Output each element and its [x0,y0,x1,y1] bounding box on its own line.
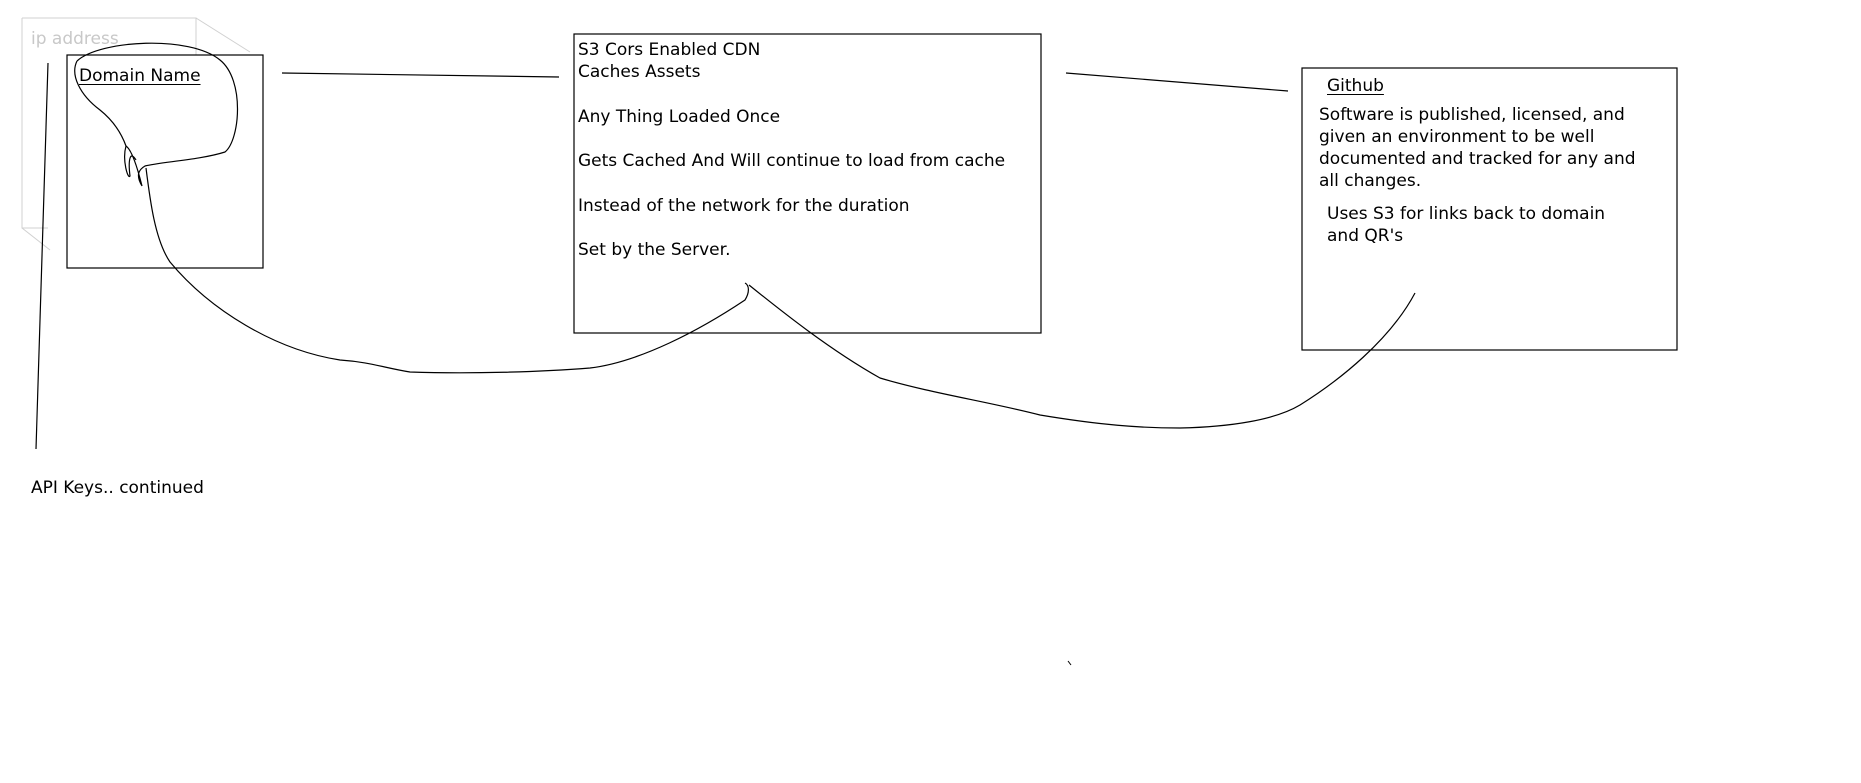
ghost-ip-address-label: ip address [31,29,119,49]
github-desc-line-3: documented and tracked for any and [1319,149,1636,169]
github-desc-line-4: all changes. [1319,171,1422,191]
stray-mark [1067,660,1072,666]
connector-cdn-github [1065,72,1289,92]
connector-domain-cdn [281,72,560,78]
cdn-line-network: Instead of the network for the duration [578,196,910,216]
ghost-box [21,17,251,251]
curve-cdn-to-github [748,284,1416,429]
github-desc-line-2: given an environment to be well [1319,127,1595,147]
domain-name-label: Domain Name [79,66,201,86]
cdn-line-title: S3 Cors Enabled CDN [578,40,761,60]
github-desc-line-1: Software is published, licensed, and [1319,105,1625,125]
api-keys-note: API Keys.. continued [31,478,204,498]
cdn-line-caches: Caches Assets [578,62,701,82]
github-title: Github [1327,76,1384,96]
cdn-line-loaded: Any Thing Loaded Once [578,107,781,127]
github-note-line-1: Uses S3 for links back to domain [1327,204,1606,224]
whiteboard-canvas: ip address Domain Name S3 Cors Enabled C… [0,0,1861,783]
cdn-line-server: Set by the Server. [578,240,731,260]
left-vertical-stroke [35,62,49,450]
github-note-line-2: and QR's [1327,226,1404,246]
cdn-line-cached: Gets Cached And Will continue to load fr… [578,151,1006,171]
